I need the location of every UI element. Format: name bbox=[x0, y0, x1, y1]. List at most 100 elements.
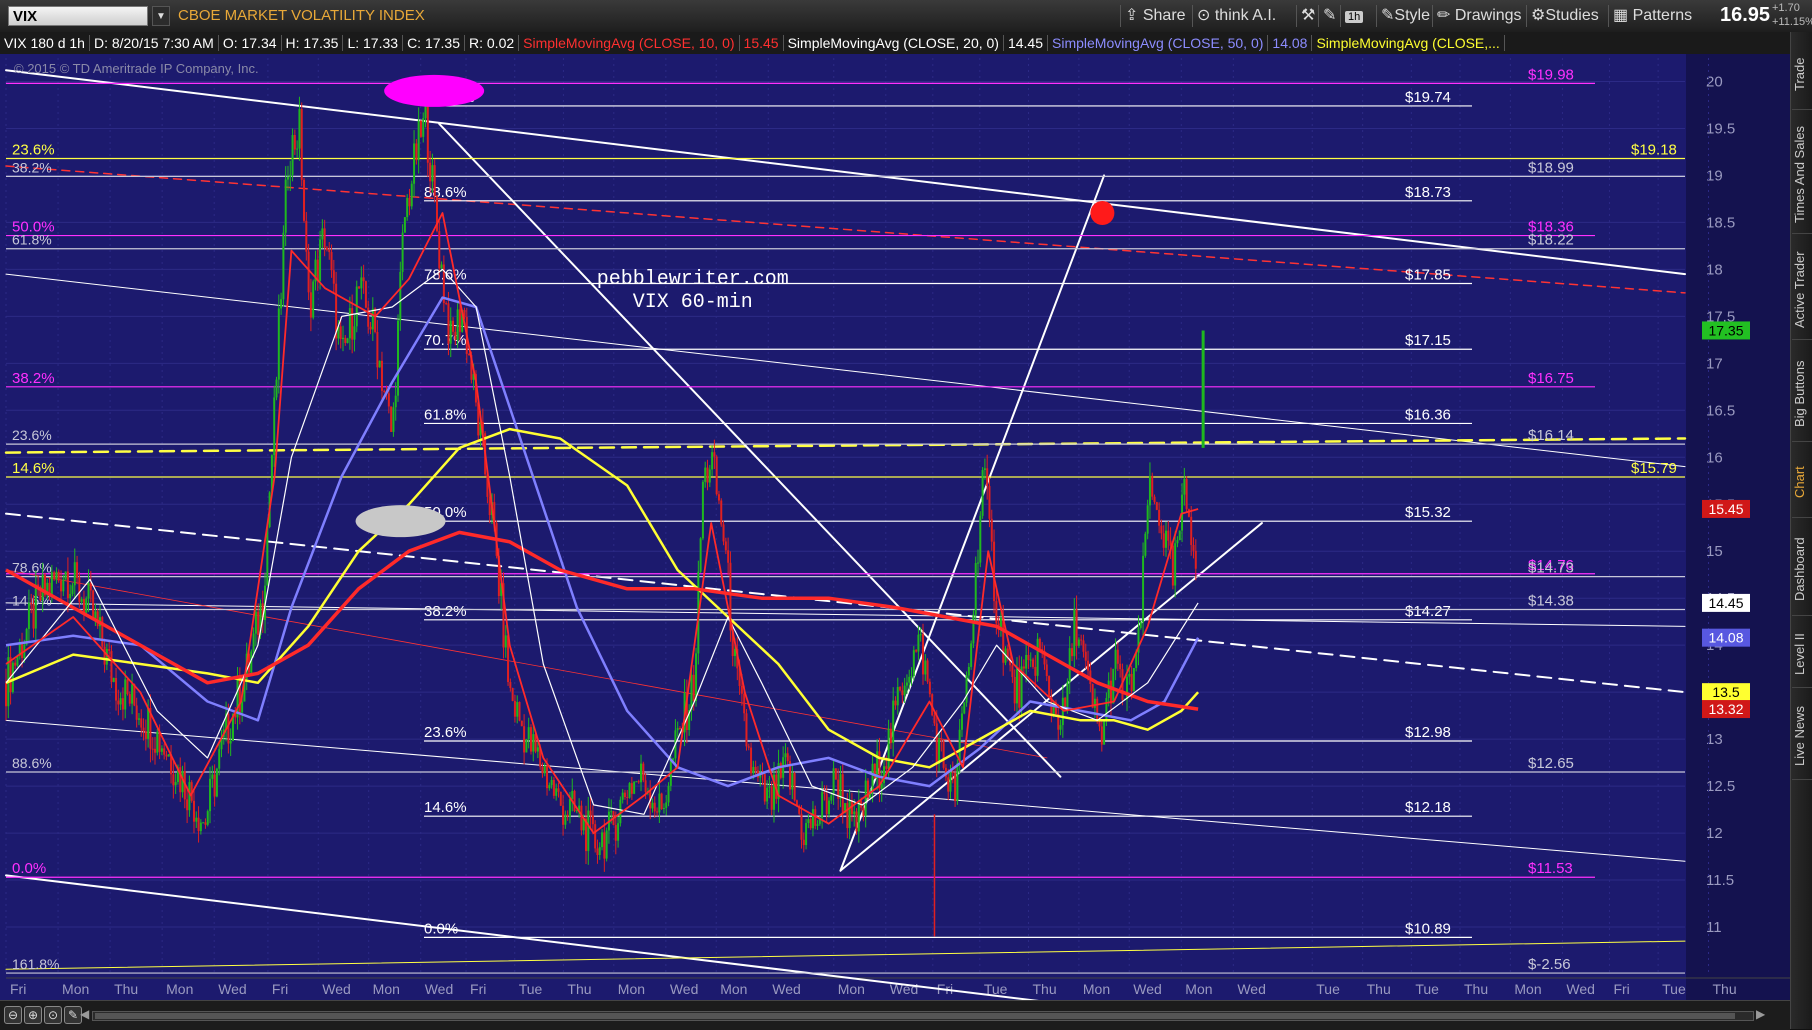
candle-body bbox=[979, 515, 982, 563]
candle-body bbox=[252, 633, 255, 652]
candle-body bbox=[358, 286, 361, 289]
candle-body bbox=[353, 326, 356, 340]
sidebar-tab-chart[interactable]: Chart bbox=[1792, 448, 1812, 518]
fib-level-label: 23.6% bbox=[12, 142, 55, 159]
x-tick-label: Mon bbox=[720, 981, 747, 997]
candle-body bbox=[1087, 660, 1090, 671]
candle-body bbox=[323, 228, 326, 248]
candle-body bbox=[986, 468, 989, 487]
candle-body bbox=[341, 337, 344, 340]
fib-price-label: $16.36 bbox=[1405, 406, 1451, 423]
candle-body bbox=[889, 728, 892, 744]
x-tick-label: Mon bbox=[62, 981, 89, 997]
candle-body bbox=[1091, 684, 1094, 708]
candle-body bbox=[516, 702, 519, 717]
candle-body bbox=[1178, 530, 1181, 541]
sidebar-tab-times-and-sales[interactable]: Times And Sales bbox=[1792, 116, 1812, 234]
price-tag-label: 13.32 bbox=[1708, 701, 1743, 717]
style-button[interactable]: ✎Style bbox=[1376, 5, 1432, 27]
candle-body bbox=[630, 783, 633, 794]
candle-body bbox=[309, 292, 312, 318]
candle-body bbox=[967, 666, 970, 676]
sidebar-tab-live-news[interactable]: Live News bbox=[1792, 694, 1812, 780]
symbol-dropdown-icon[interactable]: ▼ bbox=[152, 6, 170, 26]
candle-body bbox=[426, 104, 429, 163]
candle-body bbox=[637, 781, 640, 783]
fib-price-label: $14.27 bbox=[1405, 603, 1451, 620]
candle-body bbox=[316, 259, 319, 281]
tools-icon[interactable]: ⚒ bbox=[1296, 5, 1318, 27]
candle-body bbox=[1045, 664, 1048, 677]
candle-body bbox=[456, 309, 459, 340]
candle-body bbox=[704, 467, 707, 482]
candle-body bbox=[445, 303, 448, 305]
symbol-description: CBOE MARKET VOLATILITY INDEX bbox=[178, 7, 425, 24]
zoom-out-icon[interactable]: ⊖ bbox=[4, 1006, 22, 1024]
patterns-button[interactable]: ▦ Patterns bbox=[1608, 5, 1712, 27]
fib-price-label: $19.74 bbox=[1405, 89, 1451, 106]
y-tick-label: 11.5 bbox=[1706, 872, 1734, 889]
fib-level-label: 88.6% bbox=[12, 755, 52, 771]
studies-label: Studies bbox=[1545, 7, 1599, 24]
fib-price-label: $18.99 bbox=[1528, 159, 1574, 176]
candle-body bbox=[651, 802, 654, 809]
zoom-fit-icon[interactable]: ⊙ bbox=[44, 1006, 62, 1024]
x-tick-label: Fri bbox=[1613, 981, 1629, 997]
candle-body bbox=[924, 660, 927, 675]
candle-body bbox=[598, 847, 601, 856]
zoom-in-icon[interactable]: ⊕ bbox=[24, 1006, 42, 1024]
symbol-input[interactable]: VIX bbox=[8, 6, 148, 26]
sidebar-tab-big-buttons[interactable]: Big Buttons bbox=[1792, 346, 1812, 442]
candle-body bbox=[623, 792, 626, 798]
candle-body bbox=[1128, 673, 1131, 677]
timeframe-button[interactable]: 1h bbox=[1340, 5, 1376, 27]
candle-body bbox=[94, 611, 97, 619]
candle-body bbox=[273, 397, 276, 456]
think-icon: ⊙ bbox=[1197, 7, 1211, 24]
candle-body bbox=[202, 822, 205, 824]
think-ai-button[interactable]: ⊙ think A.I. bbox=[1192, 5, 1296, 27]
price-chart[interactable]: 1111.51212.51313.51414.51515.51616.51717… bbox=[0, 54, 1790, 1000]
sidebar-tab-level-ii[interactable]: Level II bbox=[1792, 622, 1812, 688]
candle-body bbox=[422, 118, 425, 137]
x-tick-label: Wed bbox=[322, 981, 351, 997]
wrench-icon[interactable]: ✎ bbox=[1318, 5, 1340, 27]
candle-body bbox=[286, 176, 289, 180]
candle-body bbox=[128, 694, 131, 704]
fib-price-label: $-2.56 bbox=[1528, 956, 1571, 973]
sidebar-tab-trade[interactable]: Trade bbox=[1792, 40, 1812, 110]
studies-button[interactable]: ⚙Studies bbox=[1526, 5, 1608, 27]
horizontal-scrollbar[interactable] bbox=[92, 1011, 1754, 1021]
sidebar-tab-active-trader[interactable]: Active Trader bbox=[1792, 240, 1812, 340]
candle-body bbox=[915, 650, 918, 652]
candle-body bbox=[452, 320, 455, 332]
y-tick-label: 11 bbox=[1706, 919, 1722, 936]
candle-body bbox=[1059, 725, 1062, 730]
candle-body bbox=[282, 232, 285, 300]
fib-price-label: $16.75 bbox=[1528, 370, 1574, 387]
candle-body bbox=[215, 768, 218, 797]
scroll-thumb[interactable] bbox=[95, 1013, 1735, 1019]
candle-body bbox=[640, 763, 643, 783]
x-tick-label: Thu bbox=[114, 981, 138, 997]
candle-body bbox=[912, 650, 915, 677]
candle-body bbox=[724, 541, 727, 551]
scroll-right-icon[interactable]: ▶ bbox=[1756, 1007, 1765, 1021]
candle-body bbox=[103, 646, 106, 665]
candle-body bbox=[841, 774, 844, 814]
candle-body bbox=[509, 682, 512, 689]
candle-body bbox=[701, 481, 704, 539]
candle-body bbox=[614, 825, 617, 841]
fib-level-label: 38.2% bbox=[12, 370, 55, 387]
candle-body bbox=[715, 456, 718, 495]
candle-body bbox=[603, 832, 606, 859]
drawings-button[interactable]: ✏ Drawings bbox=[1432, 5, 1526, 27]
scroll-left-icon[interactable]: ◀ bbox=[80, 1007, 89, 1021]
share-button[interactable]: ⇪ Share bbox=[1120, 5, 1192, 27]
candle-body bbox=[678, 728, 681, 730]
sidebar-tab-dashboard[interactable]: Dashboard bbox=[1792, 524, 1812, 616]
think-ai-label: think A.I. bbox=[1214, 7, 1277, 24]
patterns-label: Patterns bbox=[1632, 7, 1693, 24]
candle-body bbox=[378, 360, 381, 368]
candle-body bbox=[192, 800, 195, 822]
